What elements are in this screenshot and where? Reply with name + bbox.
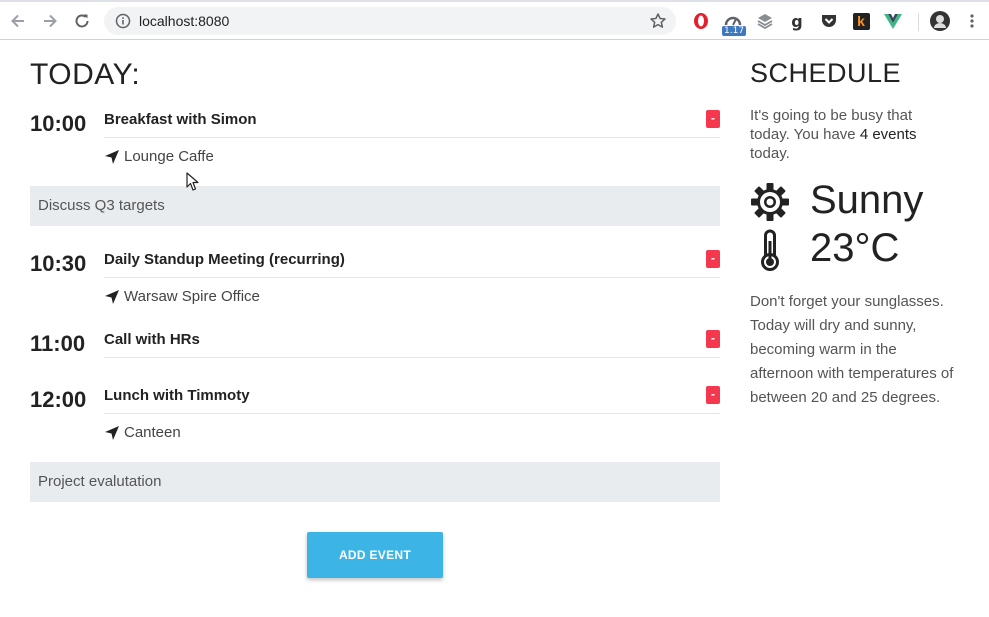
event-divider xyxy=(104,137,720,138)
url-text: localhost:8080 xyxy=(139,13,230,29)
event-title[interactable]: Lunch with Timmoty xyxy=(104,387,250,404)
delete-event-button[interactable]: - xyxy=(706,330,720,348)
event-location: Warsaw Spire Office xyxy=(104,288,260,305)
back-icon[interactable] xyxy=(8,11,28,31)
gear-icon xyxy=(750,182,790,222)
event-divider xyxy=(104,357,720,358)
avatar[interactable] xyxy=(930,11,950,31)
schedule-summary: It's going to be busy that today. You ha… xyxy=(750,106,950,163)
weather-condition-row: Sunny xyxy=(750,178,923,224)
note-text: Project evalutation xyxy=(38,473,162,490)
pocket-icon[interactable] xyxy=(819,11,839,31)
event-title[interactable]: Call with HRs xyxy=(104,331,200,348)
delete-event-button[interactable]: - xyxy=(706,250,720,268)
extension-badge: 1.17 xyxy=(722,26,747,36)
forward-icon[interactable] xyxy=(40,11,60,31)
toolbar-divider xyxy=(918,13,919,31)
navigation-arrow-icon xyxy=(105,289,119,304)
navigation-arrow-icon xyxy=(105,425,119,440)
kebab-menu-icon[interactable] xyxy=(962,11,982,31)
weather-temperature-row: 23°C xyxy=(750,226,899,272)
event-divider xyxy=(104,413,720,414)
event-time: 12:00 xyxy=(30,387,87,412)
weather-condition: Sunny xyxy=(810,178,924,222)
add-event-button[interactable]: ADD EVENT xyxy=(307,532,443,578)
address-bar[interactable]: localhost:8080 xyxy=(104,7,676,35)
event-item: 10:30 Daily Standup Meeting (recurring) … xyxy=(30,248,720,308)
event-title[interactable]: Daily Standup Meeting (recurring) xyxy=(104,251,345,268)
event-count: 4 events xyxy=(859,126,917,143)
delete-event-button[interactable]: - xyxy=(706,386,720,404)
note-item[interactable]: Project evalutation xyxy=(30,462,720,502)
thermometer-icon xyxy=(750,229,790,271)
event-item: 10:00 Breakfast with Simon - Lounge Caff… xyxy=(30,108,720,168)
k-icon-label: k xyxy=(852,12,870,30)
weather-forecast: Don't forget your sunglasses. Today will… xyxy=(750,293,954,406)
navigation-arrow-icon xyxy=(105,149,119,164)
star-icon[interactable] xyxy=(649,12,667,30)
mouse-cursor-icon xyxy=(186,172,199,191)
schedule-summary-after: today. xyxy=(750,145,790,162)
event-time: 10:00 xyxy=(30,111,87,136)
event-time: 11:00 xyxy=(30,331,86,356)
reload-icon[interactable] xyxy=(72,11,92,31)
event-item: 11:00 Call with HRs - xyxy=(30,328,720,360)
vue-icon[interactable] xyxy=(883,11,903,31)
event-item: 12:00 Lunch with Timmoty - Canteen xyxy=(30,384,720,444)
delete-event-button[interactable]: - xyxy=(706,110,720,128)
opera-icon[interactable] xyxy=(691,11,711,31)
event-location: Lounge Caffe xyxy=(104,148,214,165)
g-icon[interactable]: g xyxy=(787,11,807,31)
event-location-text: Lounge Caffe xyxy=(124,148,214,165)
layers-icon[interactable] xyxy=(755,11,775,31)
page-title: TODAY: xyxy=(30,58,141,91)
weather-temperature: 23°C xyxy=(810,226,900,270)
browser-toolbar: localhost:8080 1.17 g k xyxy=(0,2,989,40)
k-icon[interactable]: k xyxy=(851,11,871,31)
event-location: Canteen xyxy=(104,424,181,441)
info-icon[interactable] xyxy=(115,13,131,29)
note-text: Discuss Q3 targets xyxy=(38,197,165,214)
note-item[interactable]: Discuss Q3 targets xyxy=(30,186,720,226)
event-time: 10:30 xyxy=(30,251,87,276)
event-title[interactable]: Breakfast with Simon xyxy=(104,111,257,128)
schedule-title: SCHEDULE xyxy=(750,58,902,88)
event-location-text: Canteen xyxy=(124,424,181,441)
event-divider xyxy=(104,277,720,278)
event-location-text: Warsaw Spire Office xyxy=(124,288,260,305)
